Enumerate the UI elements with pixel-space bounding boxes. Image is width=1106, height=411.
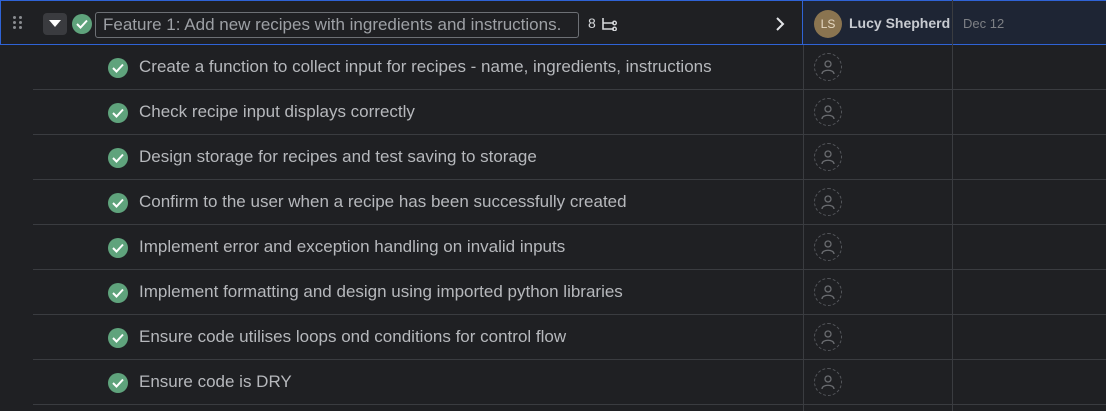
due-date[interactable]: Dec 12: [963, 16, 1004, 31]
caret-down-icon: [49, 20, 61, 27]
check-circle-icon[interactable]: [72, 14, 92, 34]
assignee-name[interactable]: Lucy Shepherd: [849, 15, 950, 31]
check-circle-icon[interactable]: [108, 238, 128, 258]
subtask-title[interactable]: Ensure code is DRY: [139, 372, 292, 392]
check-circle-icon[interactable]: [108, 373, 128, 393]
check-circle-icon[interactable]: [108, 283, 128, 303]
check-circle-icon[interactable]: [108, 193, 128, 213]
user-placeholder-icon: [821, 330, 835, 345]
assign-user-button[interactable]: [814, 368, 842, 396]
chevron-right-icon[interactable]: [775, 17, 785, 31]
check-circle-icon[interactable]: [108, 328, 128, 348]
assign-user-button[interactable]: [814, 53, 842, 81]
user-placeholder-icon: [821, 195, 835, 210]
assign-user-button[interactable]: [814, 188, 842, 216]
user-placeholder-icon: [821, 375, 835, 390]
subtask-title[interactable]: Check recipe input displays correctly: [139, 102, 415, 122]
check-circle-icon[interactable]: [108, 148, 128, 168]
subtask-title[interactable]: Ensure code utilises loops ond condition…: [139, 327, 566, 347]
subtask-row[interactable]: Implement error and exception handling o…: [0, 225, 1106, 270]
subtask-title[interactable]: Implement formatting and design using im…: [139, 282, 623, 302]
collapse-subtasks-button[interactable]: [43, 13, 67, 35]
subtask-title[interactable]: Confirm to the user when a recipe has be…: [139, 192, 627, 212]
assign-user-button[interactable]: [814, 143, 842, 171]
subtask-count: 8: [588, 15, 596, 31]
subtask-row[interactable]: Confirm to the user when a recipe has be…: [0, 180, 1106, 225]
avatar[interactable]: LS: [814, 10, 842, 38]
user-placeholder-icon: [821, 105, 835, 120]
subtask-row[interactable]: Check recipe input displays correctly: [0, 90, 1106, 135]
user-placeholder-icon: [821, 285, 835, 300]
subtask-row[interactable]: Ensure code is DRY: [0, 360, 1106, 405]
column-divider: [803, 45, 804, 411]
subtask-row[interactable]: Ensure code utilises loops ond condition…: [0, 315, 1106, 360]
parent-task-cell[interactable]: 8: [0, 0, 803, 45]
user-placeholder-icon: [821, 60, 835, 75]
drag-handle-icon[interactable]: [13, 16, 25, 30]
subtask-row[interactable]: Design storage for recipes and test savi…: [0, 135, 1106, 180]
task-title-input[interactable]: [95, 12, 579, 38]
assign-user-button[interactable]: [814, 233, 842, 261]
subtasks-icon: [602, 18, 617, 31]
check-circle-icon[interactable]: [108, 103, 128, 123]
user-placeholder-icon: [821, 240, 835, 255]
subtask-title[interactable]: Create a function to collect input for r…: [139, 57, 712, 77]
task-list: 8 LS Lucy Shepherd Dec 12 Create a funct…: [0, 0, 1106, 411]
subtask-row[interactable]: Implement formatting and design using im…: [0, 270, 1106, 315]
parent-task-row[interactable]: 8 LS Lucy Shepherd Dec 12: [0, 0, 1106, 45]
check-circle-icon[interactable]: [108, 58, 128, 78]
assign-user-button[interactable]: [814, 278, 842, 306]
subtask-row[interactable]: Create a function to collect input for r…: [0, 45, 1106, 90]
subtask-title[interactable]: Implement error and exception handling o…: [139, 237, 565, 257]
row-divider: [33, 404, 1106, 405]
assign-user-button[interactable]: [814, 323, 842, 351]
parent-meta-cell: LS Lucy Shepherd Dec 12: [803, 0, 1106, 45]
column-divider: [952, 0, 953, 411]
assign-user-button[interactable]: [814, 98, 842, 126]
subtask-title[interactable]: Design storage for recipes and test savi…: [139, 147, 537, 167]
user-placeholder-icon: [821, 150, 835, 165]
